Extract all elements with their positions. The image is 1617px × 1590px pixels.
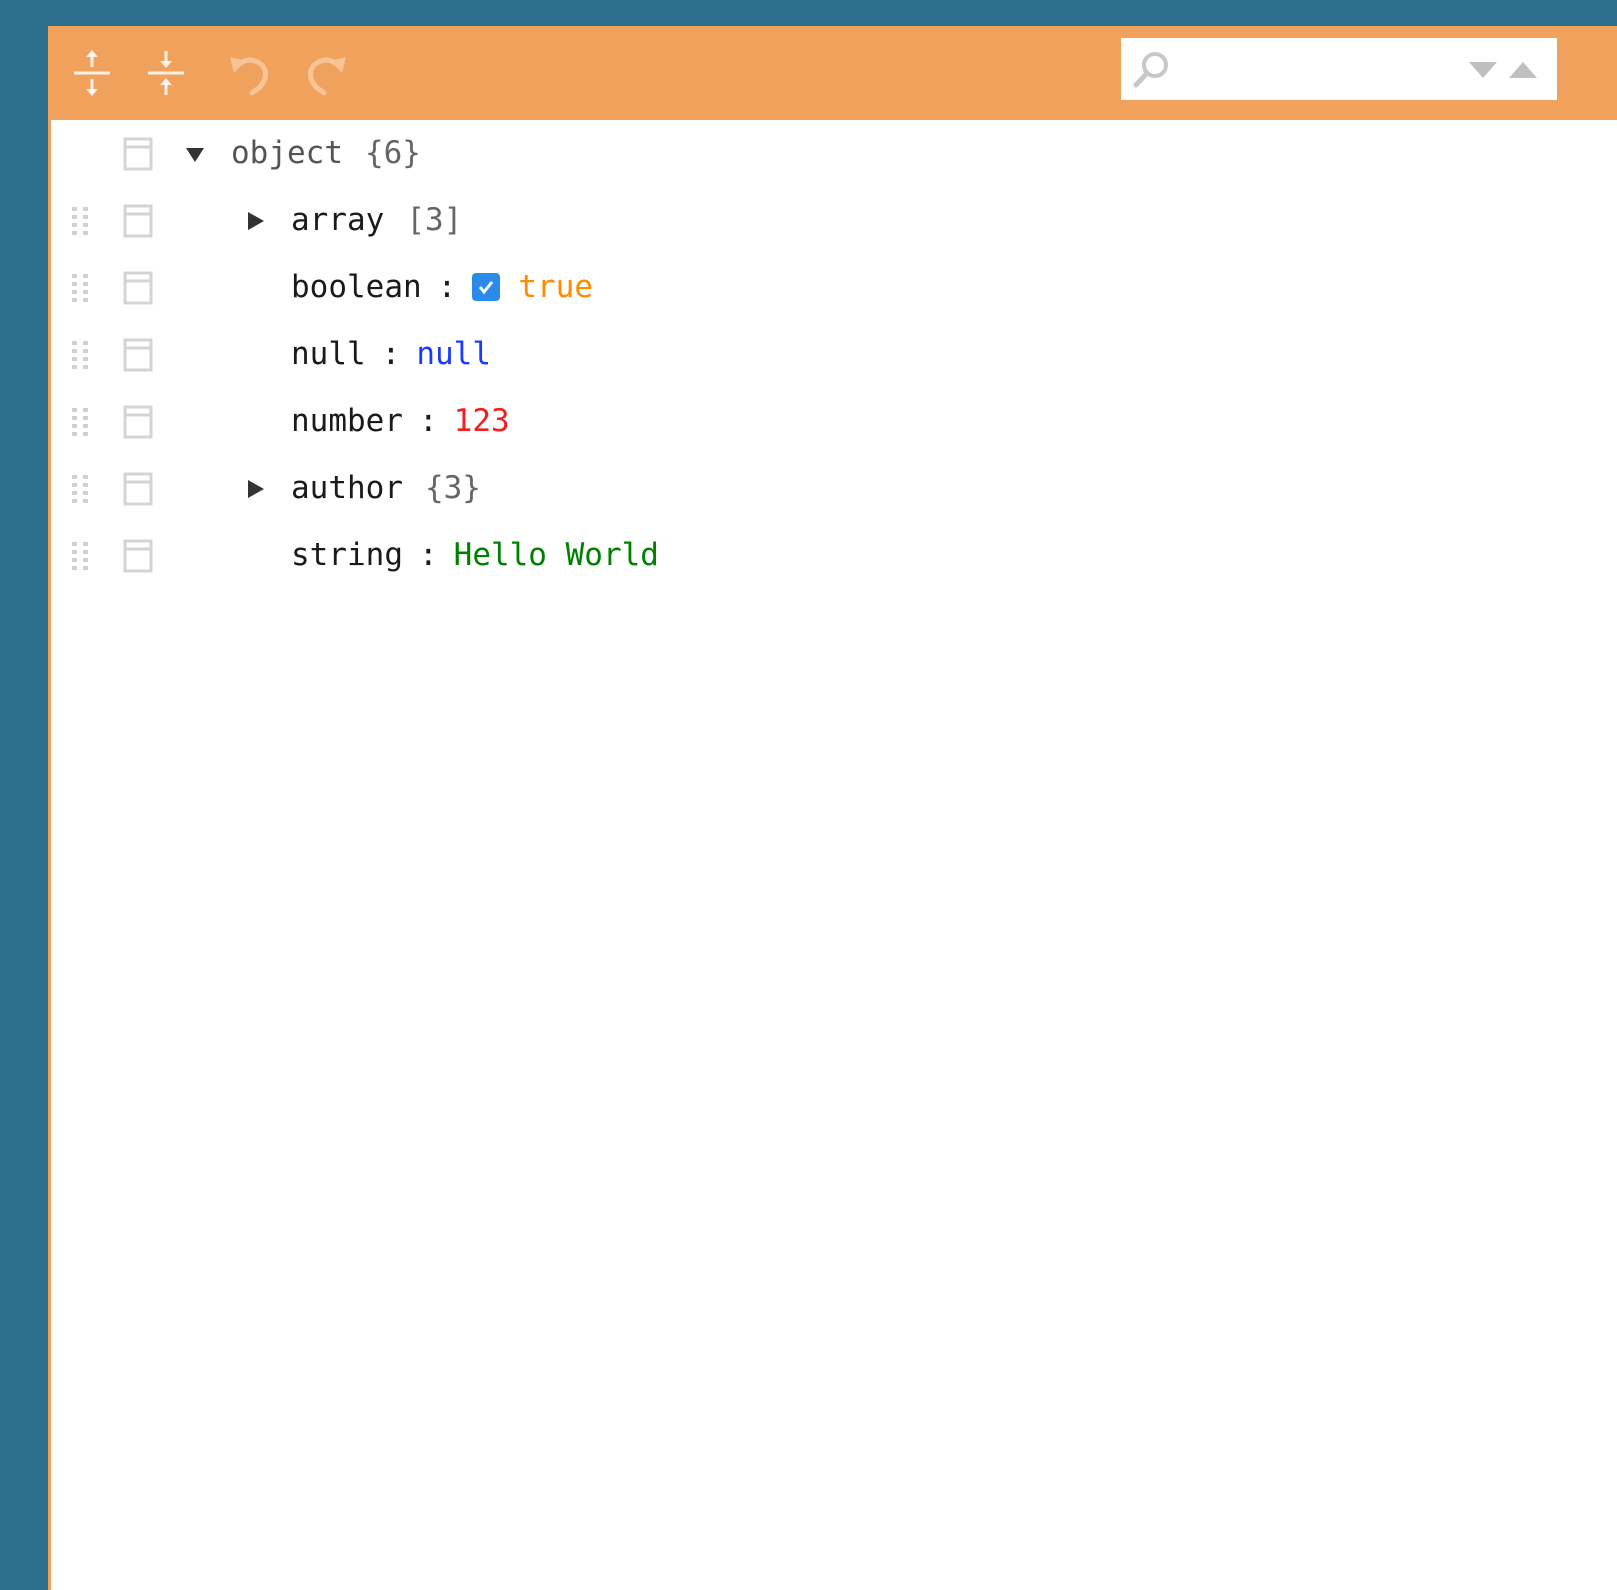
field-value[interactable]: Hello World xyxy=(454,537,659,573)
search-input[interactable] xyxy=(1179,48,1463,92)
key-value-separator: : xyxy=(437,269,457,305)
key-value-separator: : xyxy=(418,403,438,439)
context-menu-icon[interactable] xyxy=(123,137,153,171)
field-key[interactable]: boolean xyxy=(291,269,422,305)
field-string: string : Hello World xyxy=(291,533,659,577)
field-value[interactable]: null xyxy=(416,336,491,372)
tree-row: null : null xyxy=(51,321,1617,388)
key-value-separator: : xyxy=(418,537,438,573)
field-key[interactable]: string xyxy=(291,537,403,573)
drag-handle-icon[interactable] xyxy=(70,272,94,304)
context-menu-icon[interactable] xyxy=(123,338,153,372)
key-value-separator: : xyxy=(381,336,401,372)
expand-arrow-icon[interactable] xyxy=(241,207,269,235)
field-key[interactable]: author xyxy=(291,470,403,506)
checkmark-icon xyxy=(479,281,494,295)
field-number: number : 123 xyxy=(291,399,510,443)
field-key[interactable]: object xyxy=(231,135,343,171)
tree-row: author {3} xyxy=(51,455,1617,522)
drag-handle-icon[interactable] xyxy=(70,339,94,371)
tree-row: number : 123 xyxy=(51,388,1617,455)
search-box xyxy=(1121,38,1557,100)
search-next-icon[interactable] xyxy=(1465,56,1501,84)
drag-handle-icon[interactable] xyxy=(70,540,94,572)
tree-row: string : Hello World xyxy=(51,522,1617,589)
collapse-all-button[interactable] xyxy=(139,46,193,100)
json-editor: object {6} array [3] boolean: true null… xyxy=(48,26,1617,1590)
drag-handle-icon[interactable] xyxy=(70,205,94,237)
field-value[interactable]: true xyxy=(518,269,593,305)
field-value[interactable]: 123 xyxy=(454,403,510,439)
collapse-arrow-icon[interactable] xyxy=(181,140,209,168)
drag-handle-icon[interactable] xyxy=(70,406,94,438)
field-key[interactable]: number xyxy=(291,403,403,439)
field-author: author {3} xyxy=(291,466,481,510)
toolbar xyxy=(51,26,1617,120)
boolean-checkbox[interactable] xyxy=(472,273,501,301)
tree-row-root: object {6} xyxy=(51,120,1617,187)
field-null: null : null xyxy=(291,332,491,376)
field-key[interactable]: array xyxy=(291,202,384,238)
undo-icon xyxy=(230,57,268,95)
root-field: object {6} xyxy=(231,131,421,175)
context-menu-icon[interactable] xyxy=(123,204,153,238)
field-key[interactable]: null xyxy=(291,336,366,372)
undo-button[interactable] xyxy=(223,46,277,100)
expand-all-button[interactable] xyxy=(65,46,119,100)
tree-row: boolean : true xyxy=(51,254,1617,321)
expand-arrow-icon[interactable] xyxy=(241,475,269,503)
context-menu-icon[interactable] xyxy=(123,472,153,506)
expand-all-icon xyxy=(74,50,110,96)
collapse-all-icon xyxy=(148,51,184,95)
redo-icon xyxy=(308,57,346,95)
context-menu-icon[interactable] xyxy=(123,405,153,439)
search-previous-icon[interactable] xyxy=(1505,56,1541,84)
drag-handle-icon[interactable] xyxy=(70,473,94,505)
context-menu-icon[interactable] xyxy=(123,539,153,573)
redo-button[interactable] xyxy=(299,46,353,100)
search-icon xyxy=(1133,52,1168,88)
tree-row: array [3] xyxy=(51,187,1617,254)
item-count: {3} xyxy=(424,470,481,506)
item-count: {6} xyxy=(364,135,421,171)
app-background: object {6} array [3] boolean: true null… xyxy=(14,8,1617,1590)
context-menu-icon[interactable] xyxy=(123,271,153,305)
field-boolean: boolean : true xyxy=(291,265,593,309)
item-count: [3] xyxy=(406,202,463,238)
field-array: array [3] xyxy=(291,198,462,242)
